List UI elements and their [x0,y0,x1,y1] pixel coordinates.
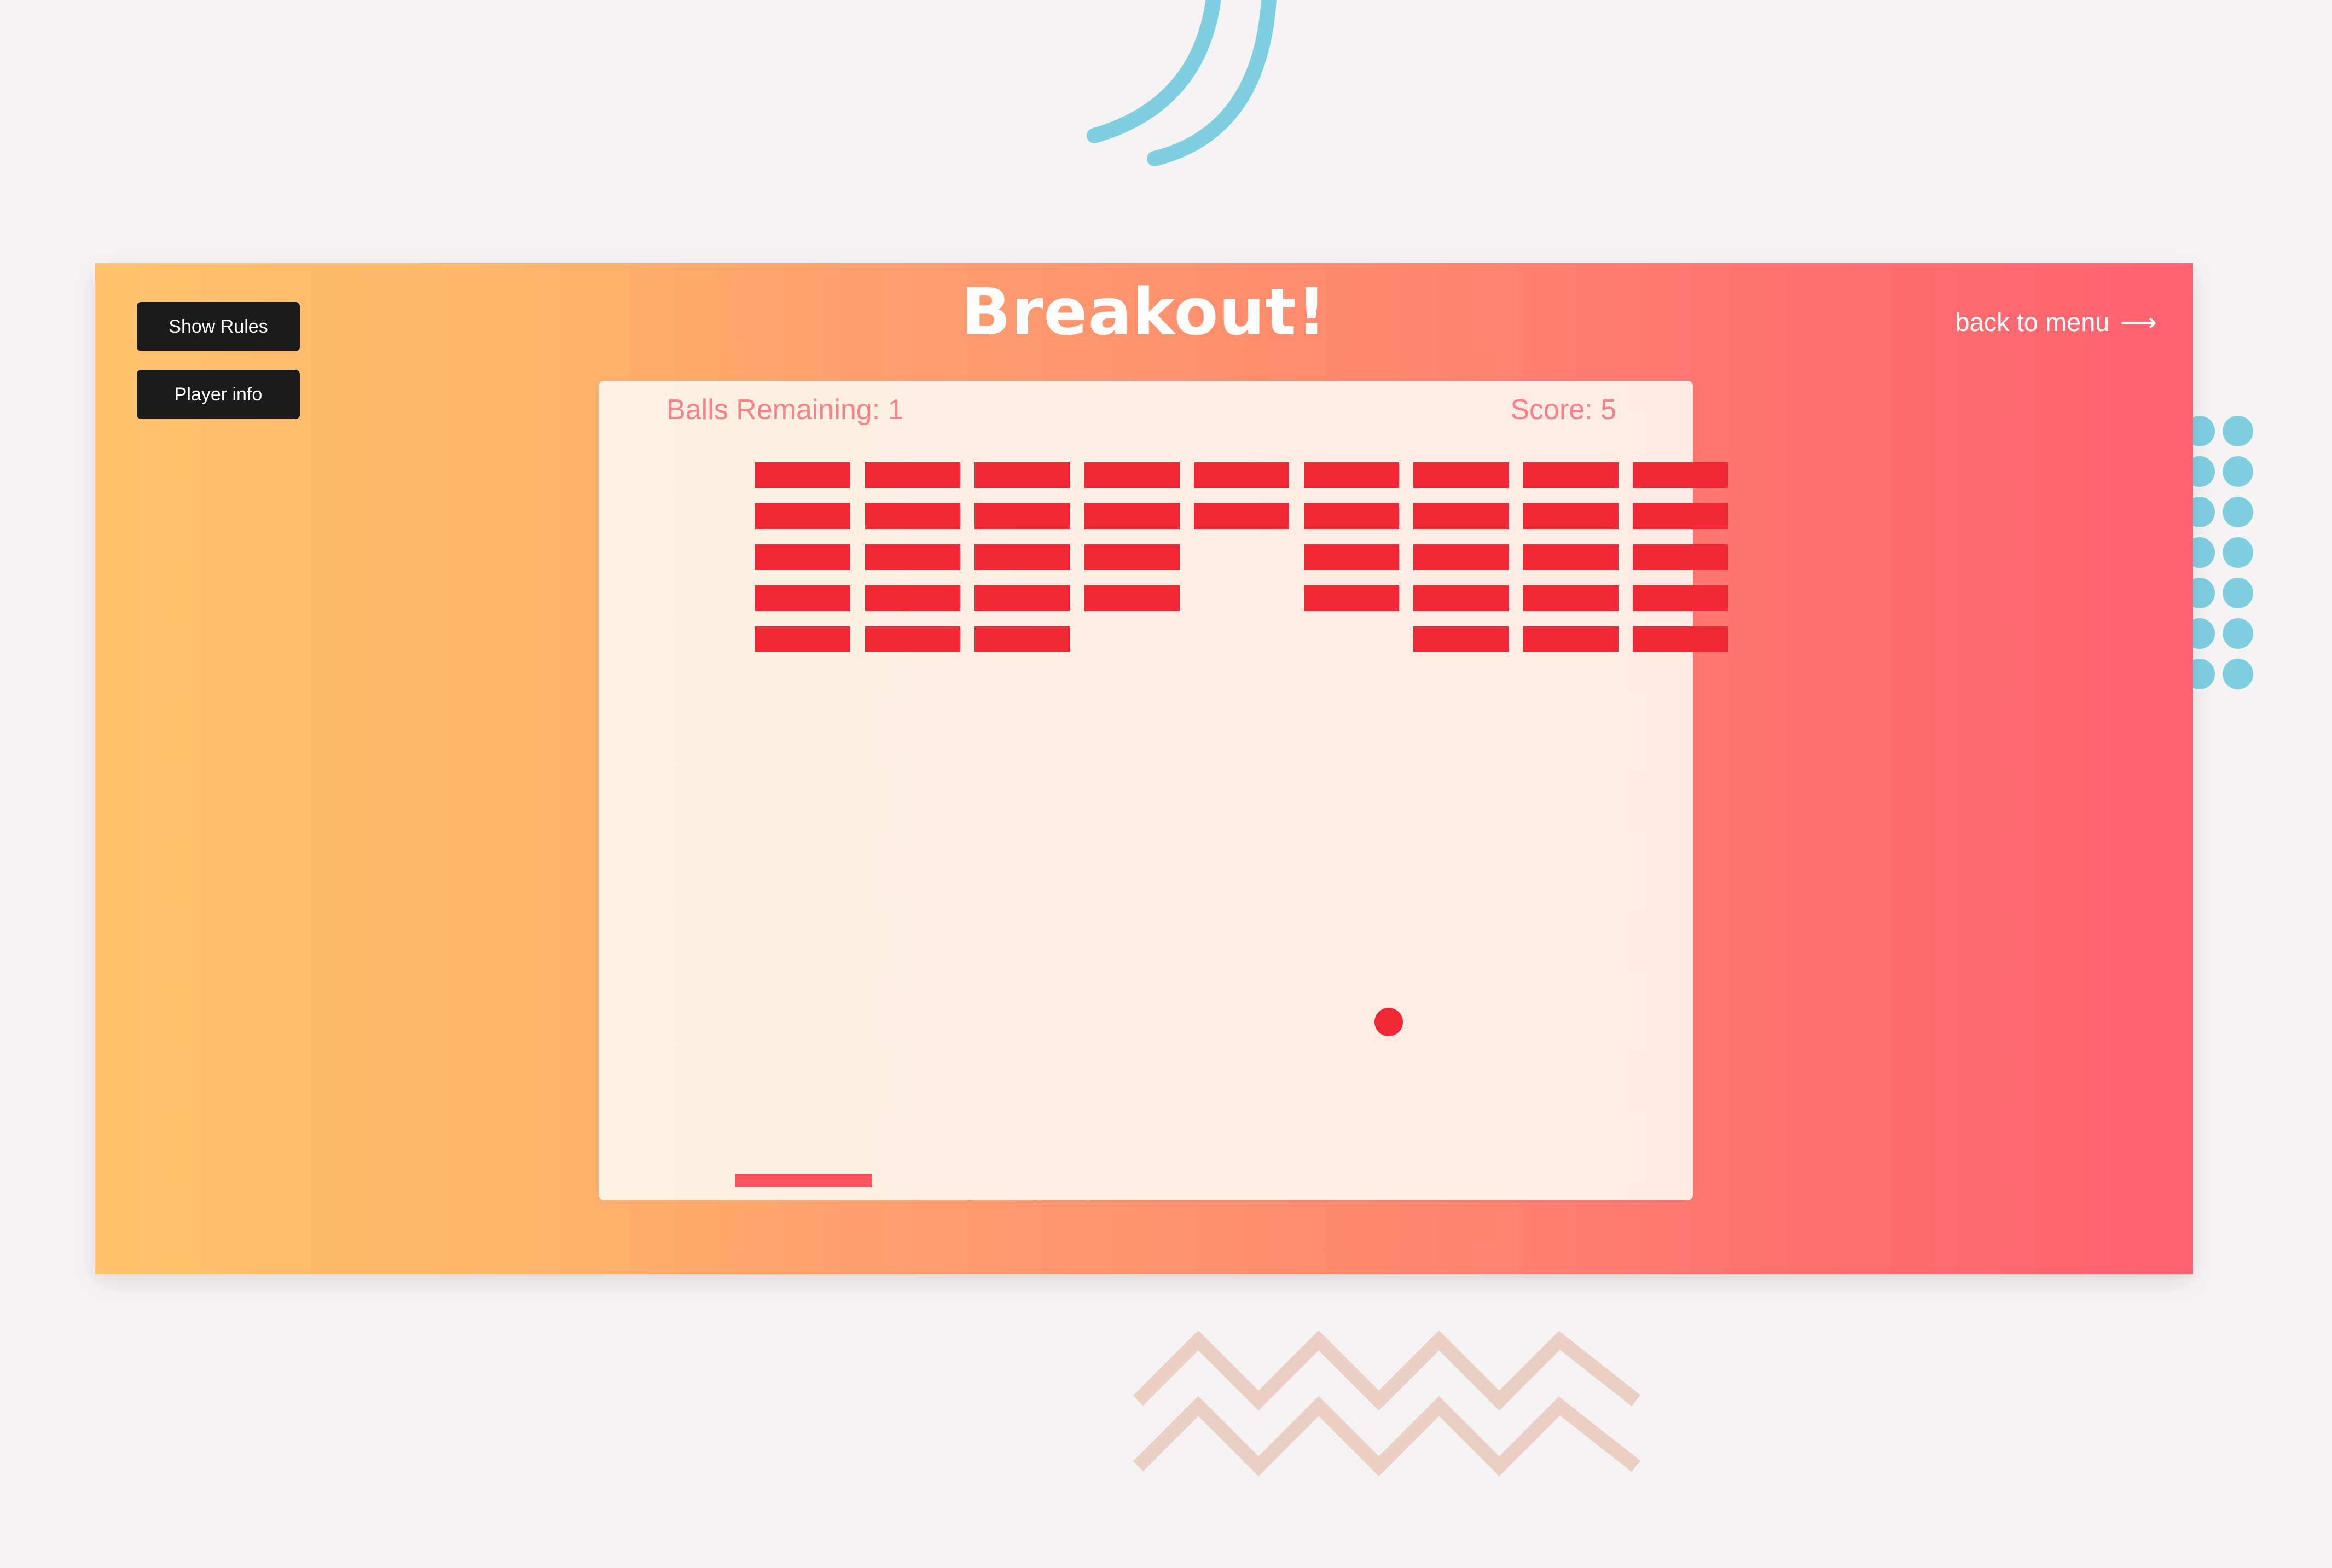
brick [1633,626,1728,652]
brick [865,544,960,570]
brick [1413,503,1509,529]
brick [1304,585,1399,611]
brick [1523,626,1619,652]
balls-remaining: Balls Remaining: 1 [666,394,904,426]
brick [1523,544,1619,570]
brick [974,503,1070,529]
brick [1523,585,1619,611]
back-to-menu-link[interactable]: back to menu ⟶ [1955,306,2157,339]
brick [1194,462,1289,488]
brick [1084,462,1180,488]
game-panel: Show Rules Player info Breakout! back to… [95,263,2193,1274]
page-title: Breakout! [961,274,1327,350]
brick [755,585,850,611]
brick [865,503,960,529]
game-board[interactable]: Balls Remaining: 1 Score: 5 [599,381,1728,1200]
brick [1304,544,1399,570]
back-to-menu-label: back to menu [1955,307,2110,336]
brick [1523,462,1619,488]
brick [1633,544,1728,570]
brick [1084,544,1180,570]
brick [974,626,1070,652]
brick [974,544,1070,570]
brick [1413,544,1509,570]
brick [1633,462,1728,488]
brick [1633,585,1728,611]
brick [1633,503,1728,529]
brick [865,585,960,611]
arc-decoration-icon [1087,0,1277,166]
brick [974,585,1070,611]
brick [1413,585,1509,611]
brick [755,503,850,529]
player-info-button[interactable]: Player info [137,370,300,419]
brick [1413,626,1509,652]
brick [1413,462,1509,488]
brick [1084,503,1180,529]
paddle[interactable] [735,1174,872,1187]
brick [755,462,850,488]
brick [1194,503,1289,529]
brick [1084,585,1180,611]
brick [1304,503,1399,529]
brick [974,462,1070,488]
arrow-right-icon: ⟶ [2120,307,2157,338]
score: Score: 5 [1510,394,1616,426]
brick [755,544,850,570]
brick [755,626,850,652]
zigzag-decoration-icon [1133,1330,1641,1477]
brick [865,626,960,652]
brick [865,462,960,488]
ball [1374,1008,1403,1036]
brick [1523,503,1619,529]
brick [1304,462,1399,488]
